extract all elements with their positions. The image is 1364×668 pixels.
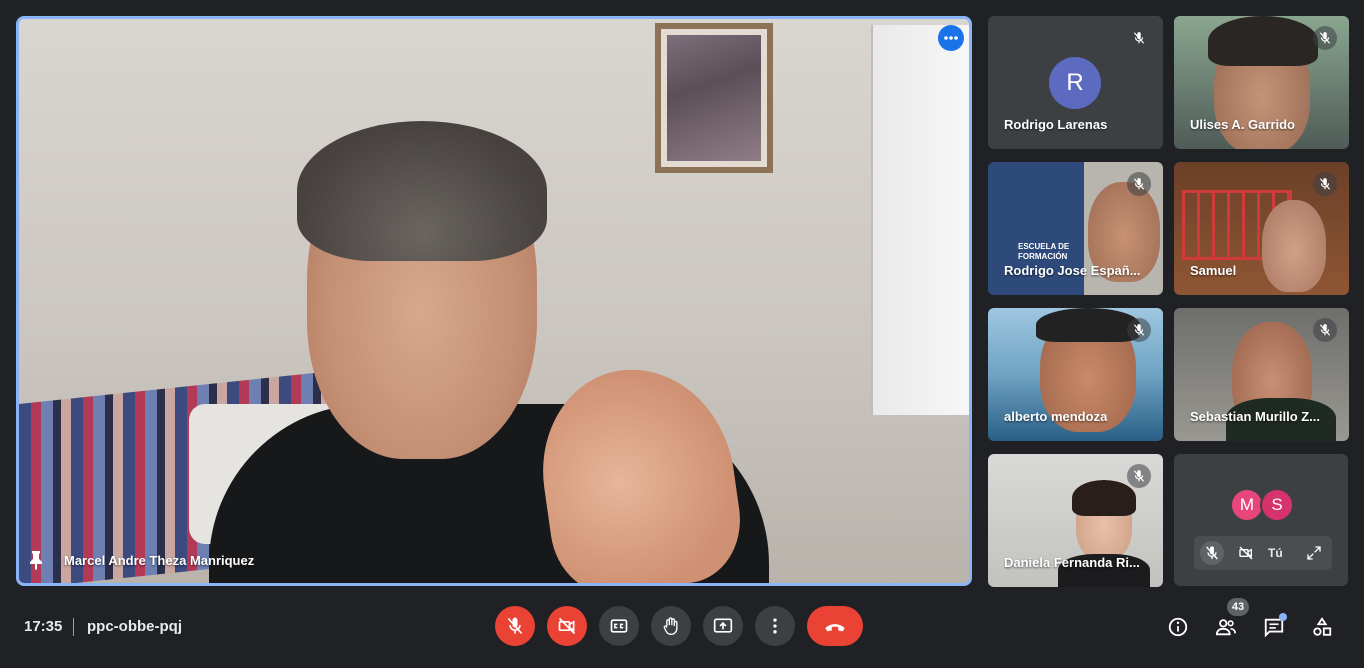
avatar: M <box>1230 488 1264 522</box>
leave-call-button[interactable] <box>807 606 863 646</box>
pin-icon[interactable] <box>28 550 44 570</box>
captions-icon <box>610 619 628 633</box>
mic-off-icon[interactable] <box>1200 541 1224 565</box>
participant-name: Sebastian Murillo Z... <box>1190 409 1321 424</box>
main-speaker-name: Marcel Andre Theza Manriquez <box>64 553 255 568</box>
bottom-toolbar: 17:35 ppc-obbe-pqj 43 <box>0 596 1364 668</box>
phone-hangup-icon <box>825 624 845 632</box>
camera-off-icon[interactable] <box>1234 541 1258 565</box>
camera-off-icon <box>558 617 576 635</box>
avatar: R <box>1049 57 1101 109</box>
mic-toggle-button[interactable] <box>495 606 535 646</box>
mic-off-icon <box>1127 464 1151 488</box>
self-avatars: M S <box>1230 488 1294 522</box>
participant-name: Rodrigo Larenas <box>1004 117 1108 132</box>
info-icon <box>1168 617 1188 637</box>
participant-tile[interactable]: Daniela Fernanda Ri... <box>988 454 1163 587</box>
speaker-hair <box>297 121 547 261</box>
activities-icon <box>1313 617 1332 636</box>
meeting-code: ppc-obbe-pqj <box>87 618 182 635</box>
divider <box>73 618 74 636</box>
participant-tile[interactable]: alberto mendoza <box>988 308 1163 441</box>
mic-off-icon <box>507 617 523 635</box>
activities-button[interactable] <box>1309 614 1335 640</box>
self-controls: Tú <box>1194 536 1332 570</box>
participant-tile[interactable]: R Rodrigo Larenas <box>988 16 1163 149</box>
participant-name: Ulises A. Garrido <box>1190 117 1295 132</box>
whiteboard <box>871 25 969 415</box>
present-icon <box>713 618 733 633</box>
participant-name: Daniela Fernanda Ri... <box>1004 555 1140 570</box>
mic-off-icon <box>1127 26 1151 50</box>
mic-off-icon <box>1313 172 1337 196</box>
background-banner-text: ESCUELA DE FORMACIÓN <box>1018 242 1070 261</box>
avatar: S <box>1260 488 1294 522</box>
participants-button[interactable] <box>1213 614 1239 640</box>
more-vert-icon <box>773 618 777 634</box>
hand-icon <box>663 617 678 636</box>
chat-notification-dot <box>1279 613 1287 621</box>
participant-name: Rodrigo Jose Españ... <box>1004 263 1141 278</box>
participant-name: Samuel <box>1190 263 1237 278</box>
raise-hand-button[interactable] <box>651 606 691 646</box>
mic-off-icon <box>1313 26 1337 50</box>
self-tile[interactable]: M S Tú <box>1174 454 1348 586</box>
present-screen-button[interactable] <box>703 606 743 646</box>
participant-tile[interactable]: Samuel <box>1174 162 1349 295</box>
more-options-icon[interactable] <box>938 25 964 51</box>
expand-icon[interactable] <box>1302 541 1326 565</box>
self-label: Tú <box>1268 546 1283 560</box>
mic-off-icon <box>1313 318 1337 342</box>
mic-off-icon <box>1127 318 1151 342</box>
more-options-button[interactable] <box>755 606 795 646</box>
participant-tile[interactable]: ESCUELA DE FORMACIÓN Rodrigo Jose Españ.… <box>988 162 1163 295</box>
main-video-stage[interactable] <box>16 16 972 586</box>
participant-name: alberto mendoza <box>1004 409 1108 424</box>
mic-off-icon <box>1127 172 1151 196</box>
wall-painting <box>655 23 773 173</box>
participant-tile[interactable]: Ulises A. Garrido <box>1174 16 1349 149</box>
captions-button[interactable] <box>599 606 639 646</box>
people-icon <box>1215 619 1236 636</box>
clock: 17:35 <box>24 618 63 635</box>
meeting-info-button[interactable] <box>1165 614 1191 640</box>
camera-toggle-button[interactable] <box>547 606 587 646</box>
participant-tile[interactable]: Sebastian Murillo Z... <box>1174 308 1349 441</box>
